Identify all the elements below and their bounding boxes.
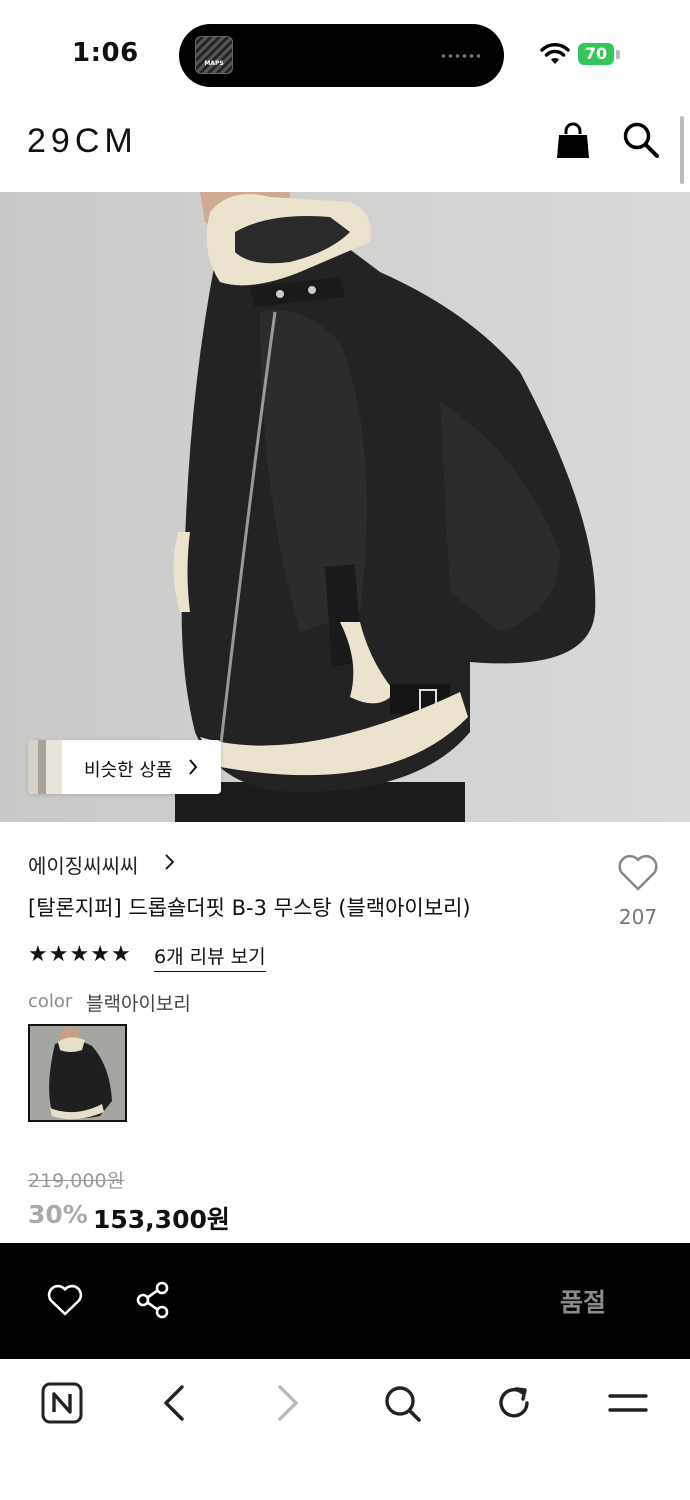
similar-thumbnails xyxy=(28,740,62,794)
chevron-right-icon xyxy=(189,759,198,775)
back-icon[interactable] xyxy=(152,1381,196,1425)
brand-link[interactable]: 에이징씨씨씨 xyxy=(28,850,138,879)
browser-toolbar xyxy=(0,1359,690,1500)
heart-icon[interactable] xyxy=(46,1283,84,1317)
forward-icon[interactable] xyxy=(266,1381,310,1425)
star-icon: ★ xyxy=(28,942,48,967)
star-icon: ★ xyxy=(48,942,69,967)
shopping-bag-icon[interactable] xyxy=(555,122,591,160)
audio-wave-icon xyxy=(440,53,480,59)
purchase-action-bar: 품절 xyxy=(0,1243,690,1359)
share-icon[interactable] xyxy=(135,1281,171,1319)
search-icon[interactable] xyxy=(380,1381,424,1425)
like-count: 207 xyxy=(618,905,658,929)
color-value: 블랙아이보리 xyxy=(86,993,191,1015)
product-title: [탈론지퍼] 드롭숄더핏 B-3 무스탕 (블랙아이보리) xyxy=(28,896,471,920)
logo[interactable]: 29CM xyxy=(27,122,138,161)
battery-cap xyxy=(616,50,620,59)
star-icon: ★ xyxy=(110,942,131,967)
artwork-text: MAPS xyxy=(204,60,224,67)
heart-outline-icon[interactable] xyxy=(616,852,660,892)
sale-price: 153,300원 xyxy=(93,1205,230,1234)
reload-icon[interactable] xyxy=(492,1381,536,1425)
search-icon[interactable] xyxy=(621,120,661,160)
color-label: color xyxy=(28,991,73,1012)
similar-products-button[interactable]: 비슷한 상품 xyxy=(28,740,221,794)
battery-indicator: 70 xyxy=(578,43,614,65)
scroll-indicator[interactable] xyxy=(680,116,684,184)
star-icon: ★ xyxy=(69,942,90,967)
similar-products-label: 비슷한 상품 xyxy=(84,760,173,781)
product-hero-image[interactable]: 비슷한 상품 xyxy=(0,192,690,822)
chevron-right-icon[interactable] xyxy=(164,853,176,871)
dynamic-island[interactable]: MAPS xyxy=(179,24,504,87)
status-bar: 1:06 MAPS 70 xyxy=(0,0,690,100)
original-price: 219,000원 xyxy=(28,1170,125,1192)
naver-home-icon[interactable] xyxy=(40,1381,84,1425)
discount-rate: 30% xyxy=(28,1200,88,1229)
swatch-photo xyxy=(30,1026,125,1120)
sold-out-button[interactable]: 품절 xyxy=(560,1283,606,1319)
menu-icon[interactable] xyxy=(606,1381,650,1425)
now-playing-artwork: MAPS xyxy=(195,36,233,74)
battery-level: 70 xyxy=(584,44,608,63)
star-icon: ★ xyxy=(90,942,110,967)
review-link[interactable]: 6개 리뷰 보기 xyxy=(154,942,266,972)
status-time: 1:06 xyxy=(72,38,139,68)
rating-stars: ★ ★ ★ ★ ★ xyxy=(28,942,131,968)
jacket-photo xyxy=(173,192,596,822)
app-header: 29CM xyxy=(0,100,690,192)
color-swatch[interactable] xyxy=(28,1024,127,1122)
wifi-icon xyxy=(540,43,570,64)
